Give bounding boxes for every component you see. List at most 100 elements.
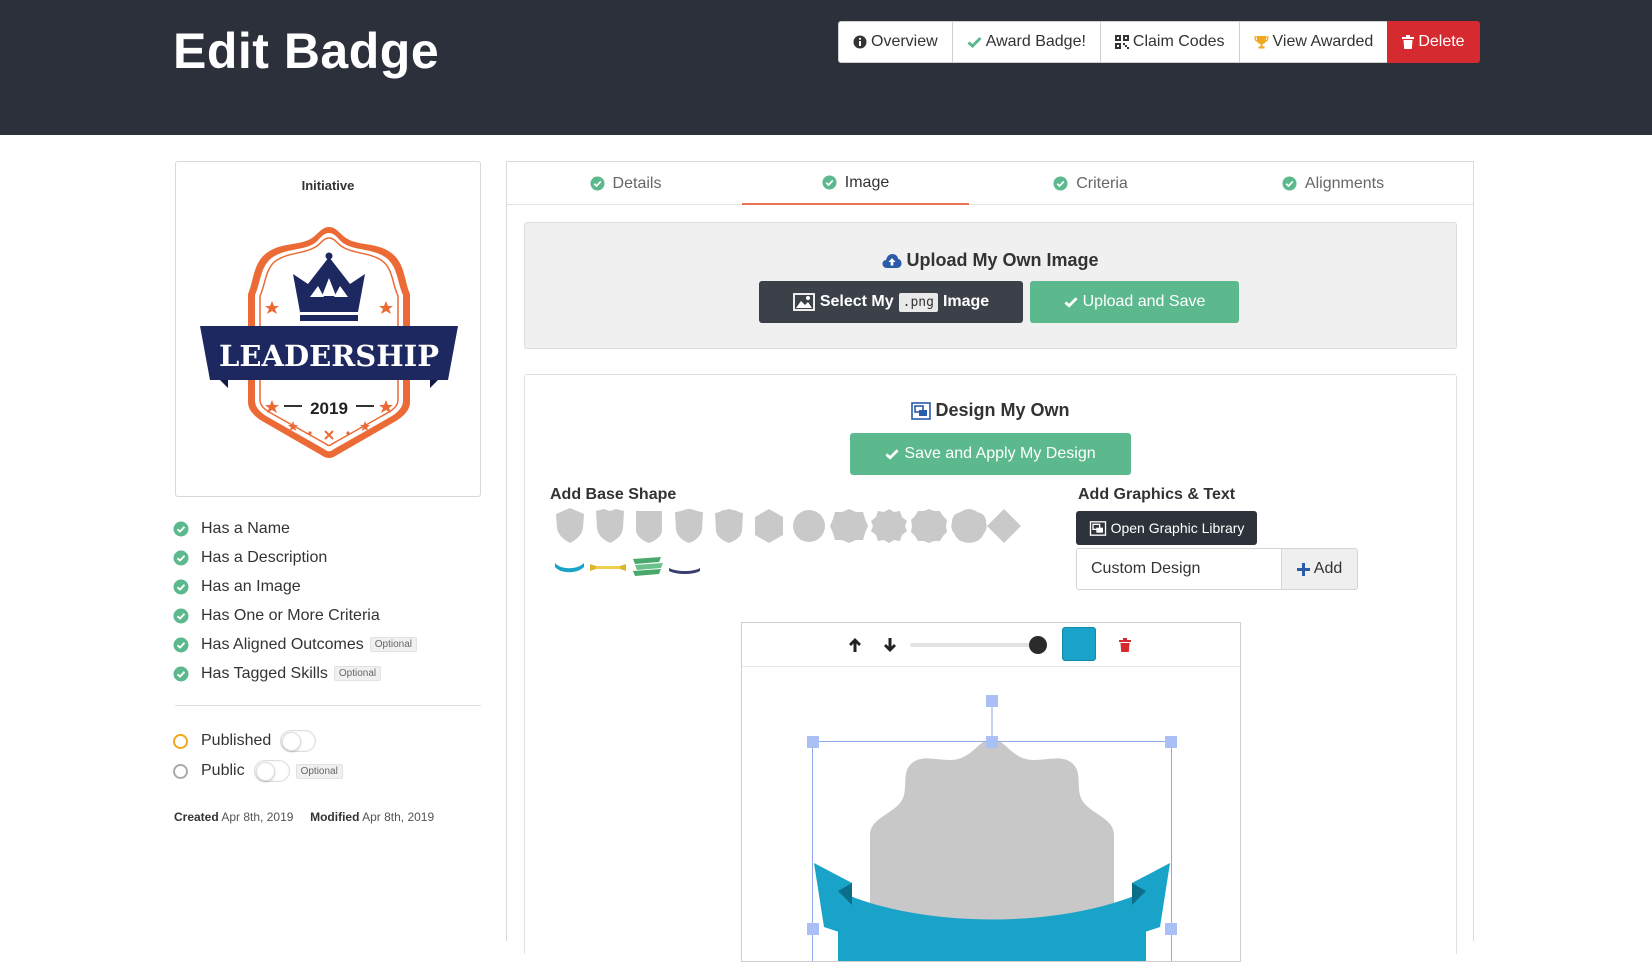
png-code: .png <box>899 293 938 312</box>
check-circle-icon <box>173 579 189 595</box>
arrow-down-icon[interactable] <box>883 637 897 653</box>
optional-tag: Optional <box>370 637 417 652</box>
canvas-toolbar <box>742 623 1240 667</box>
optional-tag: Optional <box>296 764 343 779</box>
ribbon-navy[interactable] <box>669 568 700 574</box>
check-circle-icon <box>590 176 605 191</box>
shape-diamond[interactable] <box>987 509 1021 543</box>
trophy-icon <box>1254 35 1269 49</box>
resize-handle[interactable] <box>1165 923 1177 935</box>
claim-codes-button[interactable]: Claim Codes <box>1100 21 1240 63</box>
ribbon-green[interactable] <box>633 557 663 576</box>
badge-ribbon-text: LEADERSHIP <box>219 339 439 373</box>
checklist-item: Has Tagged Skills Optional <box>173 659 483 688</box>
award-badge-button-label: Award Badge! <box>986 33 1086 51</box>
overview-button[interactable]: Overview <box>838 21 953 63</box>
view-awarded-button[interactable]: View Awarded <box>1239 21 1389 63</box>
public-toggle[interactable] <box>254 760 290 782</box>
open-graphic-library-label: Open Graphic Library <box>1111 520 1245 536</box>
public-label: Public <box>201 762 245 780</box>
custom-text-input[interactable] <box>1076 548 1282 590</box>
shape-shield-4[interactable] <box>675 509 703 543</box>
slider-thumb[interactable] <box>1029 636 1047 654</box>
size-slider[interactable] <box>910 643 1038 647</box>
save-apply-design-button[interactable]: Save and Apply My Design <box>850 433 1131 475</box>
design-canvas[interactable] <box>742 667 1241 962</box>
select-image-suffix: Image <box>943 293 989 311</box>
check-icon <box>885 448 899 460</box>
sidebar-divider <box>175 705 481 706</box>
plus-icon <box>1297 563 1310 576</box>
resize-handle[interactable] <box>986 736 998 748</box>
shape-hexagon[interactable] <box>755 509 783 543</box>
trash-icon[interactable] <box>1119 638 1131 652</box>
created-date: Apr 8th, 2019 <box>221 810 293 824</box>
published-row: Published <box>173 729 316 753</box>
check-circle-icon <box>173 608 189 624</box>
badge-preview-card: Initiative LEADERSHIP 2019 <box>175 161 481 497</box>
award-badge-button[interactable]: Award Badge! <box>952 21 1101 63</box>
rotate-handle[interactable] <box>986 695 998 707</box>
upload-title-text: Upload My Own Image <box>906 250 1098 271</box>
modified-date: Apr 8th, 2019 <box>362 810 434 824</box>
badge-checklist: Has a Name Has a Description Has an Imag… <box>173 514 483 688</box>
delete-button[interactable]: Delete <box>1387 21 1479 63</box>
checklist-label: Has an Image <box>201 578 301 596</box>
open-graphic-library-button[interactable]: Open Graphic Library <box>1076 511 1257 545</box>
arrow-up-icon[interactable] <box>848 637 862 653</box>
shape-circle[interactable] <box>793 510 825 542</box>
tab-label: Alignments <box>1305 175 1384 193</box>
select-image-button[interactable]: Select My .png Image <box>759 281 1023 323</box>
tab-criteria[interactable]: Criteria <box>977 162 1204 205</box>
add-text-button[interactable]: Add <box>1282 548 1358 590</box>
design-canvas-editor <box>741 622 1241 962</box>
toggle-knob <box>282 732 301 751</box>
modified-label: Modified <box>310 810 359 824</box>
upload-section-title: Upload My Own Image <box>525 250 1456 271</box>
ribbon-teal[interactable] <box>555 563 584 572</box>
trash-icon <box>1402 35 1414 49</box>
shape-shield-3[interactable] <box>636 511 662 543</box>
badge-dates: Created Apr 8th, 2019 Modified Apr 8th, … <box>174 810 434 824</box>
check-circle-icon <box>173 550 189 566</box>
checklist-label: Has a Description <box>201 549 327 567</box>
tab-label: Details <box>613 175 662 193</box>
shape-shield-5[interactable] <box>715 509 743 543</box>
check-circle-icon <box>1053 176 1068 191</box>
tab-label: Criteria <box>1076 175 1128 193</box>
tab-label: Image <box>845 174 889 192</box>
checklist-item: Has One or More Criteria <box>173 601 483 630</box>
shape-seal-1[interactable] <box>871 509 907 543</box>
resize-handle[interactable] <box>1165 736 1177 748</box>
check-circle-icon <box>173 521 189 537</box>
ribbon-yellow[interactable] <box>590 564 626 571</box>
shape-shield-1[interactable] <box>556 508 584 543</box>
base-shape-palette <box>553 508 1023 588</box>
upload-and-save-button[interactable]: Upload and Save <box>1030 281 1239 323</box>
tab-alignments[interactable]: Alignments <box>1217 162 1449 205</box>
optional-tag: Optional <box>334 666 381 681</box>
page-header: Edit Badge Overview Award Badge! Claim C… <box>0 0 1652 135</box>
shape-shield-2[interactable] <box>596 509 624 543</box>
fill-color-swatch[interactable] <box>1062 627 1096 661</box>
checklist-item: Has Aligned Outcomes Optional <box>173 630 483 659</box>
info-circle-icon <box>853 35 867 49</box>
shape-scalloped[interactable] <box>951 509 986 543</box>
tab-image[interactable]: Image <box>742 162 969 205</box>
object-group-icon <box>1089 521 1107 536</box>
overview-button-label: Overview <box>871 33 938 51</box>
editor-tabs: Details Image Criteria Alignments <box>507 162 1473 205</box>
image-icon <box>793 293 815 311</box>
badge-year-text: 2019 <box>310 399 348 418</box>
checklist-label: Has Aligned Outcomes <box>201 636 364 654</box>
shape-octagon-star[interactable] <box>830 509 868 543</box>
tab-details[interactable]: Details <box>507 162 744 205</box>
checklist-item: Has a Description <box>173 543 483 572</box>
shape-seal-2[interactable] <box>911 509 947 543</box>
published-toggle[interactable] <box>280 730 316 752</box>
resize-handle[interactable] <box>807 736 819 748</box>
checklist-item: Has a Name <box>173 514 483 543</box>
resize-handle[interactable] <box>807 923 819 935</box>
badge-preview-title: Initiative <box>176 178 480 193</box>
save-apply-design-label: Save and Apply My Design <box>904 445 1095 463</box>
